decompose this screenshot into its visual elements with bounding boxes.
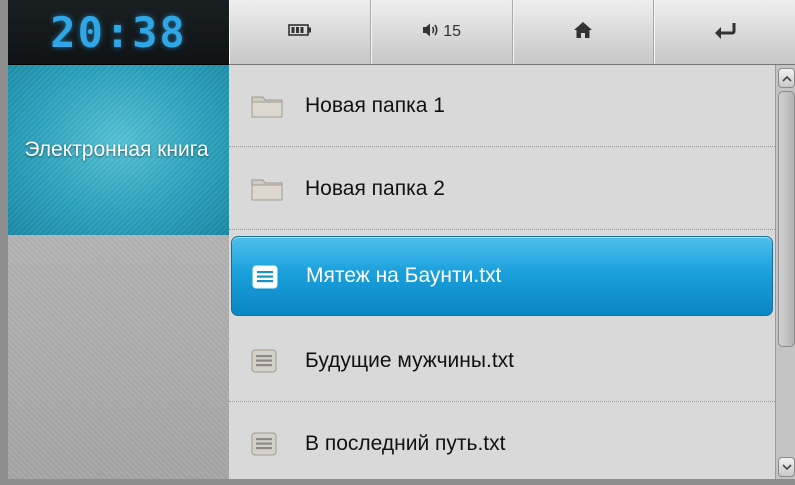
battery-button[interactable] — [229, 0, 371, 64]
chevron-up-icon — [781, 69, 792, 87]
list-item[interactable]: Будущие мужчины.txt — [229, 320, 775, 402]
list-item[interactable]: Новая папка 2 — [229, 148, 775, 230]
document-icon — [252, 265, 278, 294]
scrollbar[interactable] — [775, 65, 795, 479]
chevron-down-icon — [781, 458, 792, 476]
list-item-label: Новая папка 1 — [305, 93, 445, 117]
list-item-label: Новая папка 2 — [305, 176, 445, 200]
back-button[interactable] — [654, 0, 795, 64]
file-list: Новая папка 1 Новая папка 2 Мятеж на Бау… — [229, 65, 775, 479]
back-arrow-icon — [712, 21, 738, 44]
list-item[interactable]: Новая папка 1 — [229, 65, 775, 147]
list-item-label: Будущие мужчины.txt — [305, 348, 514, 372]
folder-icon — [251, 177, 283, 206]
volume-level: 15 — [443, 23, 462, 40]
home-button[interactable] — [512, 0, 655, 64]
volume-button[interactable]: 15 — [370, 0, 513, 64]
list-item-label: Мятеж на Баунти.txt — [306, 264, 502, 287]
list-item[interactable]: В последний путь.txt — [229, 403, 775, 485]
app-title: Электронная книга — [24, 138, 209, 161]
clock-time: 20:38 — [50, 7, 187, 57]
scroll-up-button[interactable] — [778, 68, 795, 88]
app-tile-ebook[interactable]: Электронная книга — [8, 65, 229, 235]
list-item-selected[interactable]: Мятеж на Баунти.txt — [231, 236, 773, 316]
scroll-down-button[interactable] — [778, 457, 795, 477]
list-item-label: В последний путь.txt — [305, 432, 506, 455]
volume-icon — [422, 22, 440, 43]
clock-display: 20:38 — [8, 0, 229, 65]
battery-icon — [288, 23, 312, 42]
scrollbar-thumb[interactable] — [778, 91, 795, 347]
document-icon — [251, 349, 277, 378]
top-toolbar: 15 — [229, 0, 795, 65]
folder-icon — [251, 94, 283, 123]
left-panel: 20:38 Электронная книга — [8, 0, 229, 479]
home-icon — [573, 21, 593, 44]
document-icon — [251, 432, 277, 461]
